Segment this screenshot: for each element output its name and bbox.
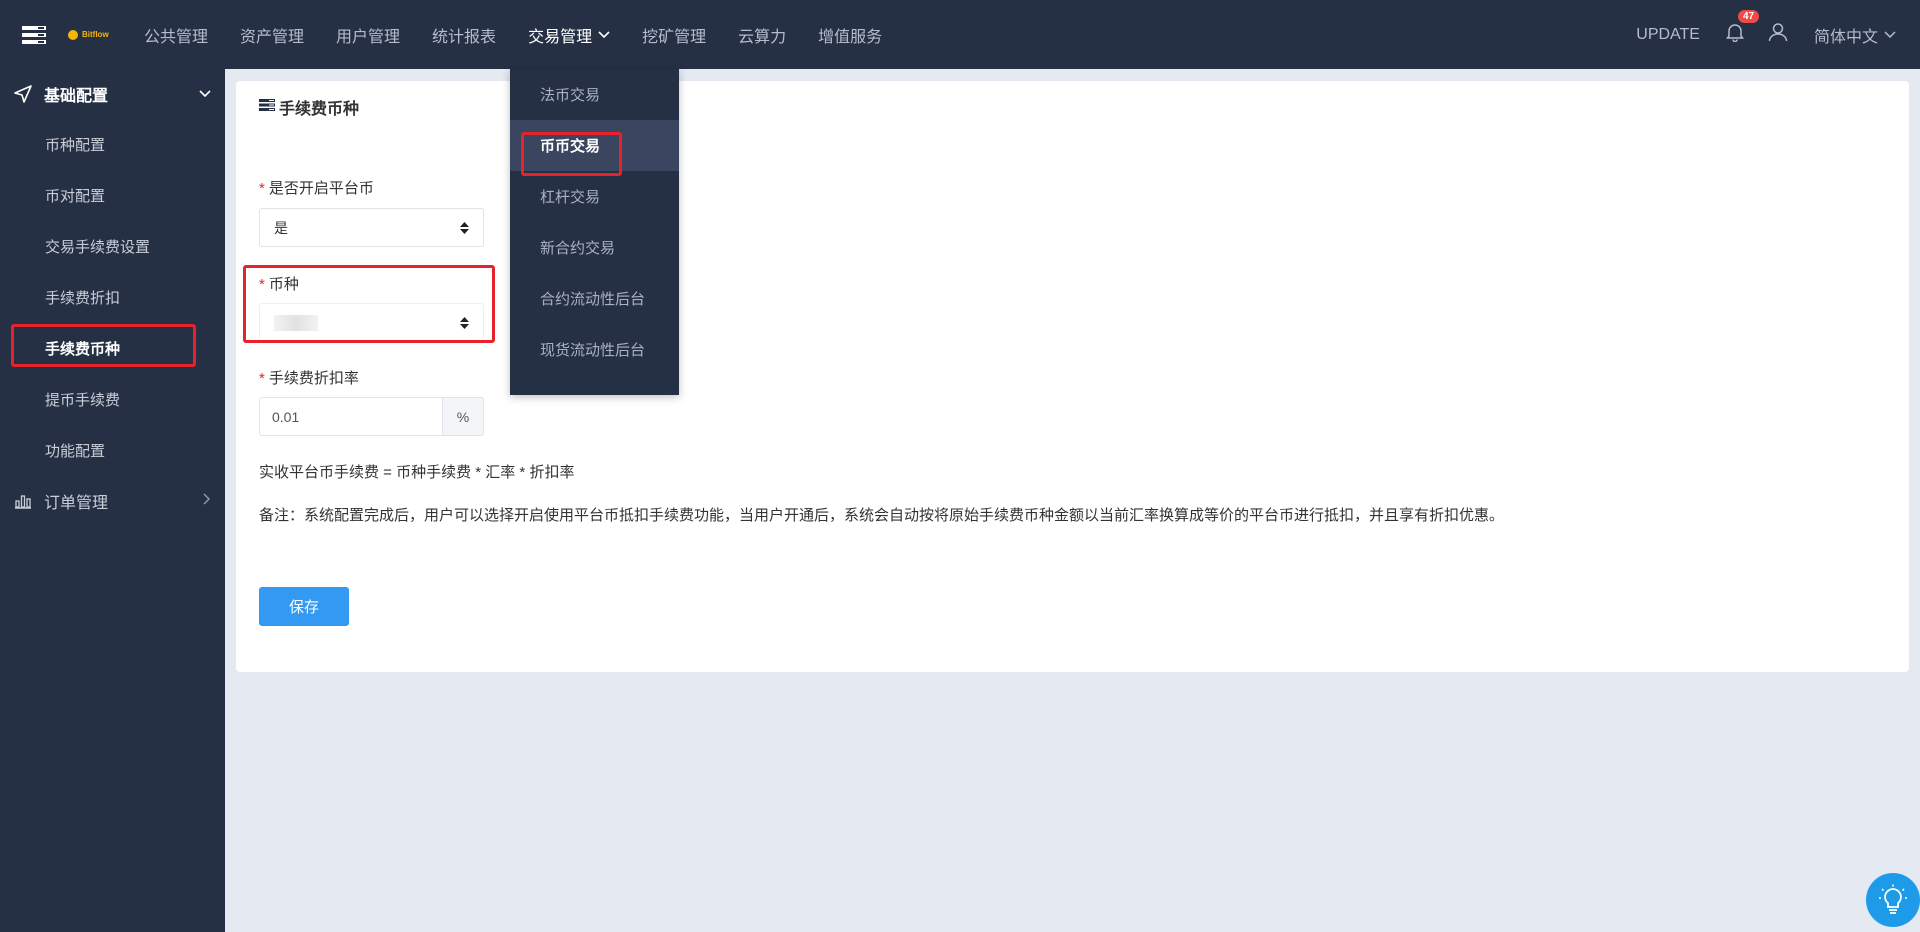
sidebar-item-label: 提币手续费 [45,392,121,409]
page-title-text: 手续费币种 [279,101,360,118]
top-nav: 公共管理 资产管理 用户管理 统计报表 交易管理 挖矿管理 云算力 增值服务 [128,0,898,69]
nav-item-mining[interactable]: 挖矿管理 [626,0,722,69]
formula-text: 实收平台币手续费 = 币种手续费 * 汇率 * 折扣率 [259,464,575,481]
dropdown-item-coin-trading[interactable]: 币币交易 [510,120,679,171]
sidebar-group-label: 订单管理 [44,495,109,512]
content-card: 手续费币种 *是否开启平台币 是 *币种 *手续费折扣率 % 实收平台币手续费 … [236,81,1909,672]
navigation-arrow-icon [14,85,36,103]
sidebar-item-label: 手续费折扣 [45,290,121,307]
dropdown-item-label: 法币交易 [540,87,601,104]
dropdown-item-new-contract-trading[interactable]: 新合约交易 [510,222,679,273]
nav-item-trading[interactable]: 交易管理 [512,0,626,69]
top-bar: Bitflow 公共管理 资产管理 用户管理 统计报表 交易管理 挖矿管理 云算… [0,0,1920,69]
language-label: 简体中文 [1813,28,1878,46]
update-link[interactable]: UPDATE [1636,26,1700,44]
sort-arrows-icon [460,221,469,234]
chevron-down-icon [598,28,610,42]
sidebar-group-order-management[interactable]: 订单管理 [0,476,225,526]
field-label-text: 币种 [268,276,299,293]
percent-addon: % [442,398,483,435]
nav-item-label: 交易管理 [528,28,593,46]
note-text: 备注：系统配置完成后，用户可以选择开启使用平台币抵扣手续费功能，当用户开通后，系… [259,507,1505,524]
sidebar-item-fee-currency[interactable]: 手续费币种 [0,323,225,374]
nav-item-label: 公共管理 [144,28,209,46]
sidebar-group-basic-config[interactable]: 基础配置 [0,69,225,119]
save-button[interactable]: 保存 [259,587,349,626]
nav-item-label: 用户管理 [336,28,401,46]
fee-discount-rate-group: % [259,397,484,436]
user-icon[interactable] [1768,22,1788,47]
dropdown-item-label: 现货流动性后台 [540,342,646,359]
sidebar-item-label: 币对配置 [45,188,106,205]
sidebar-item-trade-fee-settings[interactable]: 交易手续费设置 [0,221,225,272]
menu-toggle-icon[interactable] [0,0,68,69]
nav-item-reports[interactable]: 统计报表 [416,0,512,69]
sidebar-item-label: 币种配置 [45,137,106,154]
enable-platform-coin-label: * 是否开启平台币 [259,177,374,198]
blurred-value [274,314,318,331]
nav-item-label: 增值服务 [818,28,883,46]
chevron-right-icon [203,492,211,510]
notification-bell-icon[interactable]: 47 [1725,10,1760,47]
nav-item-public[interactable]: 公共管理 [128,0,224,69]
enable-platform-coin-select[interactable]: 是 [259,208,484,247]
nav-item-users[interactable]: 用户管理 [320,0,416,69]
required-mark: * [259,180,265,197]
trading-dropdown-menu: 法币交易 币币交易 杠杆交易 新合约交易 合约流动性后台 现货流动性后台 [510,69,679,395]
chevron-down-icon [199,85,211,103]
sort-arrows-icon [460,316,469,329]
language-selector[interactable]: 简体中文 [1814,23,1896,47]
sidebar-item-pair-config[interactable]: 币对配置 [0,170,225,221]
fee-discount-rate-label: * 手续费折扣率 [259,367,359,388]
page-title: 手续费币种 [259,95,359,119]
dropdown-item-spot-liquidity[interactable]: 现货流动性后台 [510,324,679,375]
sidebar-item-label: 手续费币种 [45,341,121,358]
sidebar-item-label: 功能配置 [45,443,106,460]
nav-item-label: 挖矿管理 [642,28,707,46]
brand-logo[interactable]: Bitflow [68,29,128,40]
required-mark: * [259,370,265,387]
chevron-down-icon [1884,26,1896,44]
nav-item-assets[interactable]: 资产管理 [224,0,320,69]
sidebar-item-feature-config[interactable]: 功能配置 [0,425,225,476]
sidebar: 基础配置 币种配置 币对配置 交易手续费设置 手续费折扣 手续费币种 提币手续费… [0,69,225,932]
dropdown-item-label: 合约流动性后台 [540,291,646,308]
dropdown-item-contract-liquidity[interactable]: 合约流动性后台 [510,273,679,324]
field-label-text: 手续费折扣率 [268,370,359,387]
bar-chart-icon [14,493,36,509]
sidebar-item-currency-config[interactable]: 币种配置 [0,119,225,170]
field-label-text: 是否开启平台币 [268,180,374,197]
currency-label: * 币种 [259,273,299,294]
nav-item-label: 资产管理 [240,28,305,46]
required-mark: * [259,276,265,293]
list-icon [259,98,275,116]
brand-name: Bitflow [82,30,109,39]
currency-select[interactable] [259,303,484,342]
nav-item-label: 统计报表 [432,28,497,46]
nav-item-label: 云算力 [738,28,787,46]
coin-logo-icon [68,29,78,40]
top-right-tools: UPDATE 47 简体中文 [1636,0,1920,69]
dropdown-item-label: 币币交易 [540,138,601,155]
dropdown-item-label: 新合约交易 [540,240,616,257]
dropdown-item-label: 杠杆交易 [540,189,601,206]
nav-item-value-added[interactable]: 增值服务 [802,0,898,69]
dropdown-item-fiat-trading[interactable]: 法币交易 [510,69,679,120]
sidebar-item-fee-discount[interactable]: 手续费折扣 [0,272,225,323]
lightbulb-help-icon[interactable] [1866,873,1920,927]
sidebar-item-label: 交易手续费设置 [45,239,151,256]
nav-item-cloud-power[interactable]: 云算力 [722,0,802,69]
dropdown-item-margin-trading[interactable]: 杠杆交易 [510,171,679,222]
select-value: 是 [274,219,288,236]
notification-badge: 47 [1737,10,1760,23]
fee-discount-rate-input[interactable] [260,398,442,435]
sidebar-item-withdraw-fee[interactable]: 提币手续费 [0,374,225,425]
sidebar-group-label: 基础配置 [44,88,109,105]
